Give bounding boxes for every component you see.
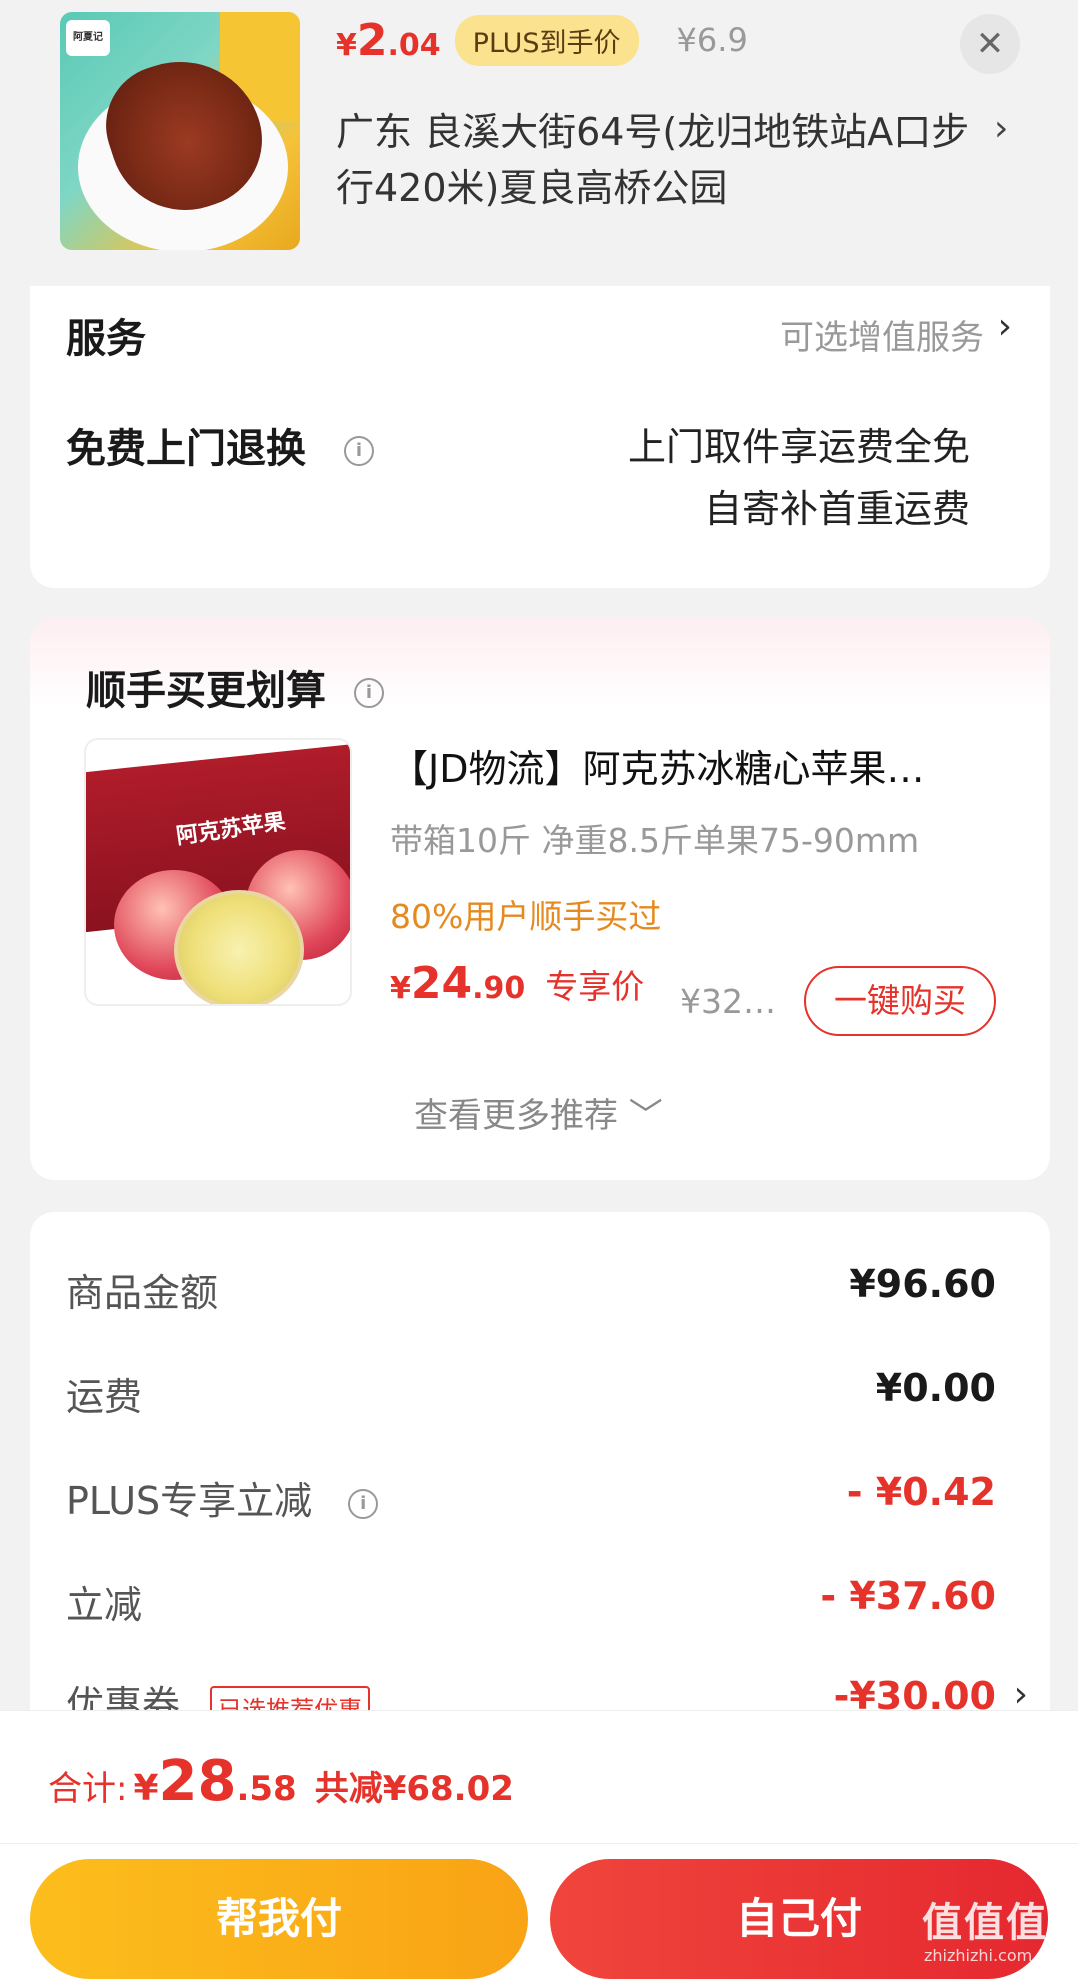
chevron-right-icon[interactable]: ›	[998, 306, 1012, 347]
original-price: ¥6.9	[676, 21, 748, 59]
summary-label-text: PLUS专享立减	[66, 1479, 313, 1523]
more-recommendations-link[interactable]: 查看更多推荐 ﹀	[414, 1088, 663, 1137]
service-card: 服务 可选增值服务 › 免费上门退换 i 上门取件享运费全免 自寄补首重运费	[30, 286, 1050, 588]
bought-together-rate: 80%用户顺手买过	[390, 897, 662, 936]
help-me-pay-button[interactable]: 帮我付	[30, 1859, 528, 1979]
info-icon[interactable]: i	[353, 678, 384, 708]
close-icon[interactable]: ✕	[960, 14, 1020, 74]
info-icon[interactable]: i	[343, 436, 374, 466]
recommended-product-name[interactable]: 【JD物流】阿克苏冰糖心苹果…	[390, 738, 990, 793]
divider	[0, 1843, 1078, 1844]
service-title: 服务	[66, 316, 146, 362]
summary-value: - ¥37.60	[820, 1574, 996, 1618]
recommendation-title: 顺手买更划算 i	[86, 658, 384, 716]
free-return-text: 免费上门退换	[66, 426, 306, 472]
price-summary-card: 商品金额 ¥96.60 运费 ¥0.00 PLUS专享立减 i - ¥0.42 …	[30, 1212, 1050, 1732]
recommended-product-image[interactable]: 阿克苏苹果	[84, 738, 352, 1006]
summary-row-shipping: 运费 ¥0.00	[66, 1366, 996, 1426]
watermark-logo: 值值值	[922, 1900, 1048, 1946]
recommended-product-spec: 带箱10斤 净重8.5斤单果75-90mm	[390, 821, 920, 860]
summary-row-goods-amount: 商品金额 ¥96.60	[66, 1262, 996, 1322]
summary-value: ¥96.60	[849, 1262, 996, 1306]
one-click-buy-button[interactable]: 一键购买	[804, 966, 996, 1036]
apple-slice-illustration	[174, 890, 304, 1004]
recommendation-title-text: 顺手买更划算	[86, 668, 326, 714]
summary-label: 商品金额	[66, 1271, 219, 1315]
free-return-label: 免费上门退换 i	[66, 416, 374, 474]
order-total: 合计: ¥28.58 共减¥68.02	[48, 1749, 514, 1814]
chevron-right-icon[interactable]: ›	[1014, 1674, 1028, 1715]
recommended-original-price: ¥32…	[680, 982, 776, 1021]
total-saved: 共减¥68.02	[314, 1769, 514, 1809]
total-label: 合计:	[48, 1769, 128, 1809]
product-thumbnail[interactable]: 阿夏记	[60, 12, 300, 250]
exclusive-price-label: 专享价	[545, 967, 645, 1006]
service-line: 自寄补首重运费	[703, 487, 970, 531]
summary-row-instant-discount: 立减 - ¥37.60	[66, 1574, 996, 1634]
recommended-product-price: ¥24.90 专享价	[390, 958, 645, 1009]
optional-service-link[interactable]: 可选增值服务	[780, 310, 984, 359]
plus-price-badge: PLUS到手价	[454, 14, 639, 66]
recommendation-card: 顺手买更划算 i 阿克苏苹果 【JD物流】阿克苏冰糖心苹果… 带箱10斤 净重8…	[30, 618, 1050, 1180]
service-line: 上门取件享运费全免	[627, 425, 970, 469]
info-icon[interactable]: i	[348, 1488, 379, 1519]
summary-row-plus-discount: PLUS专享立减 i - ¥0.42	[66, 1470, 996, 1530]
delivery-address[interactable]: 广东 良溪大街64号(龙归地铁站A口步行420米)夏良高桥公园	[336, 104, 976, 216]
summary-value: ¥0.00	[875, 1366, 996, 1410]
price-row: ¥2.04 PLUS到手价 ¥6.9	[336, 12, 748, 68]
watermark-site: zhizhizhi.com	[924, 1946, 1033, 1965]
summary-label: 运费	[66, 1375, 143, 1419]
summary-label: PLUS专享立减 i	[66, 1470, 379, 1525]
thumbnail-logo: 阿夏记	[66, 20, 110, 56]
free-return-details: 上门取件享运费全免 自寄补首重运费	[628, 416, 970, 540]
summary-value: - ¥0.42	[846, 1470, 996, 1514]
summary-label: 立减	[66, 1583, 143, 1627]
checkout-bar: 合计: ¥28.58 共减¥68.02 帮我付 自己付	[0, 1710, 1078, 1980]
product-header: 阿夏记 ¥2.04 PLUS到手价 ¥6.9 ✕ 广东 良溪大街64号(龙归地铁…	[0, 0, 1078, 276]
chevron-right-icon[interactable]: ›	[994, 108, 1008, 149]
plus-price: ¥2.04	[336, 14, 441, 66]
